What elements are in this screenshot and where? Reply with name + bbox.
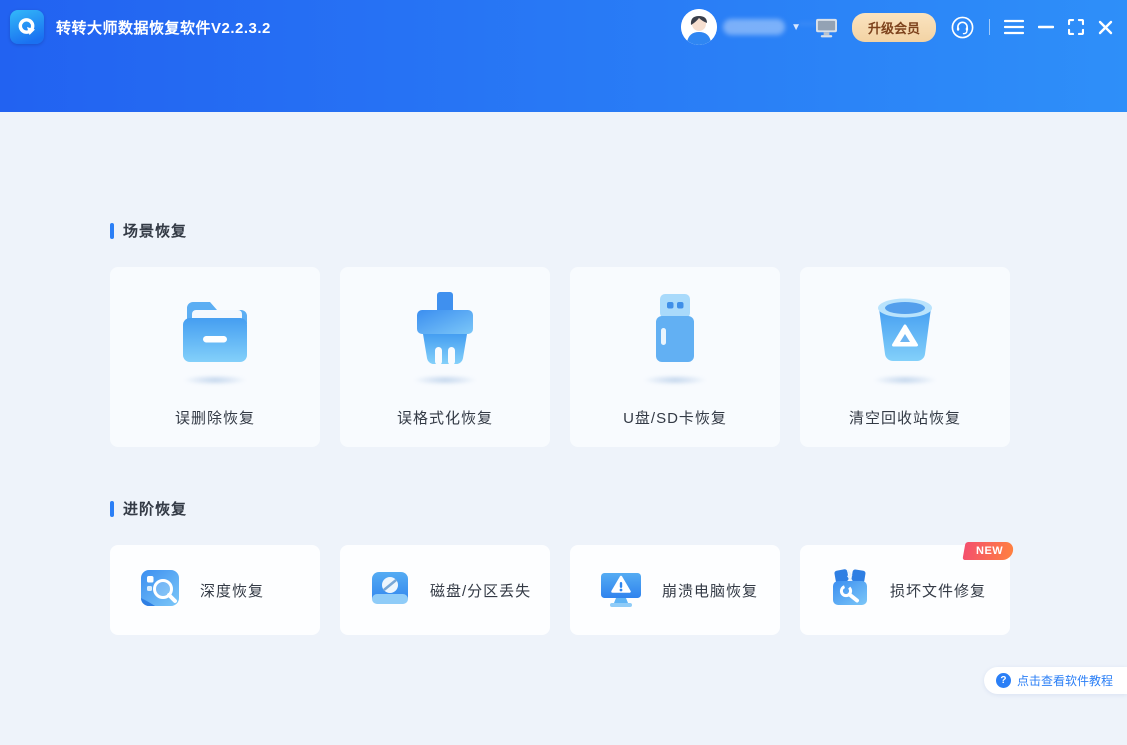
maximize-icon[interactable] bbox=[1068, 19, 1084, 35]
user-name-blurred: ···· bbox=[723, 16, 818, 35]
card-recycle-bin-recovery[interactable]: 清空回收站恢复 bbox=[800, 267, 1010, 447]
card-usb-sd-recovery[interactable]: U盘/SD卡恢复 bbox=[570, 267, 780, 447]
icon-shadow bbox=[413, 374, 477, 385]
title-bar: 转转大师数据恢复软件V2.2.3.2 ···· ▼ 升级会员 bbox=[0, 0, 1127, 112]
app-title: 转转大师数据恢复软件V2.2.3.2 bbox=[56, 19, 271, 37]
card-deep-recovery[interactable]: 深度恢复 bbox=[110, 545, 320, 635]
section-accent-bar bbox=[110, 500, 114, 517]
titlebar-divider bbox=[989, 19, 990, 35]
card-disk-partition-loss[interactable]: 磁盘/分区丢失 bbox=[340, 545, 550, 635]
card-label: 误删除恢复 bbox=[174, 409, 255, 427]
minimize-icon[interactable] bbox=[1038, 19, 1054, 35]
card-label: 磁盘/分区丢失 bbox=[430, 582, 532, 600]
card-damaged-file-repair[interactable]: NEW 损坏文件修复 bbox=[800, 542, 1015, 635]
section-accent-bar bbox=[110, 222, 114, 239]
card-label: 深度恢复 bbox=[200, 582, 265, 600]
icon-shadow bbox=[643, 374, 707, 385]
user-name-masked-dots: ···· bbox=[799, 16, 820, 30]
card-label: 损坏文件修复 bbox=[890, 582, 987, 600]
tutorial-button[interactable]: ? 点击查看软件教程 bbox=[983, 667, 1127, 694]
section-title: 进阶恢复 bbox=[123, 501, 188, 518]
icon-shadow bbox=[873, 374, 937, 385]
section-title: 场景恢复 bbox=[123, 223, 188, 240]
folder-icon bbox=[171, 294, 259, 371]
crashed-pc-icon bbox=[598, 566, 644, 615]
card-label: 崩溃电脑恢复 bbox=[662, 582, 759, 600]
close-icon[interactable] bbox=[1098, 20, 1113, 35]
card-crashed-pc-recovery[interactable]: 崩溃电脑恢复 bbox=[570, 545, 780, 635]
deep-scan-icon bbox=[138, 566, 182, 615]
menu-icon[interactable] bbox=[1004, 19, 1024, 35]
question-icon: ? bbox=[995, 673, 1011, 688]
usb-icon bbox=[631, 290, 719, 371]
user-avatar[interactable] bbox=[681, 9, 718, 45]
file-repair-icon bbox=[828, 566, 872, 615]
upgrade-membership-button[interactable]: 升级会员 bbox=[851, 12, 936, 42]
disk-icon bbox=[368, 566, 412, 615]
section-scene-recovery: 场景恢复 误删除恢复 误格式化恢复 U盘/SD卡恢复 清空回收站恢复 bbox=[110, 220, 1010, 447]
main-content: 场景恢复 误删除恢复 误格式化恢复 U盘/SD卡恢复 清空回收站恢复 进阶恢复 … bbox=[0, 112, 1127, 635]
section-advanced-recovery: 进阶恢复 深度恢复 磁盘/分区丢失 崩溃电脑恢复 NEW 损坏文件修复 bbox=[110, 498, 1015, 635]
card-deleted-file-recovery[interactable]: 误删除恢复 bbox=[110, 267, 320, 447]
brush-icon bbox=[401, 290, 489, 371]
card-label: 清空回收站恢复 bbox=[848, 409, 961, 427]
card-label: U盘/SD卡恢复 bbox=[623, 409, 727, 427]
card-formatted-recovery[interactable]: 误格式化恢复 bbox=[340, 267, 550, 447]
recycle-bin-icon bbox=[861, 290, 949, 371]
app-logo-icon bbox=[10, 10, 44, 44]
card-label: 误格式化恢复 bbox=[396, 409, 493, 427]
icon-shadow bbox=[183, 374, 247, 385]
new-badge: NEW bbox=[962, 542, 1015, 560]
tutorial-label: 点击查看软件教程 bbox=[1016, 674, 1113, 688]
customer-service-icon[interactable] bbox=[950, 15, 975, 40]
chevron-down-icon[interactable]: ▼ bbox=[791, 22, 801, 33]
user-account[interactable]: ···· ▼ bbox=[681, 9, 818, 45]
